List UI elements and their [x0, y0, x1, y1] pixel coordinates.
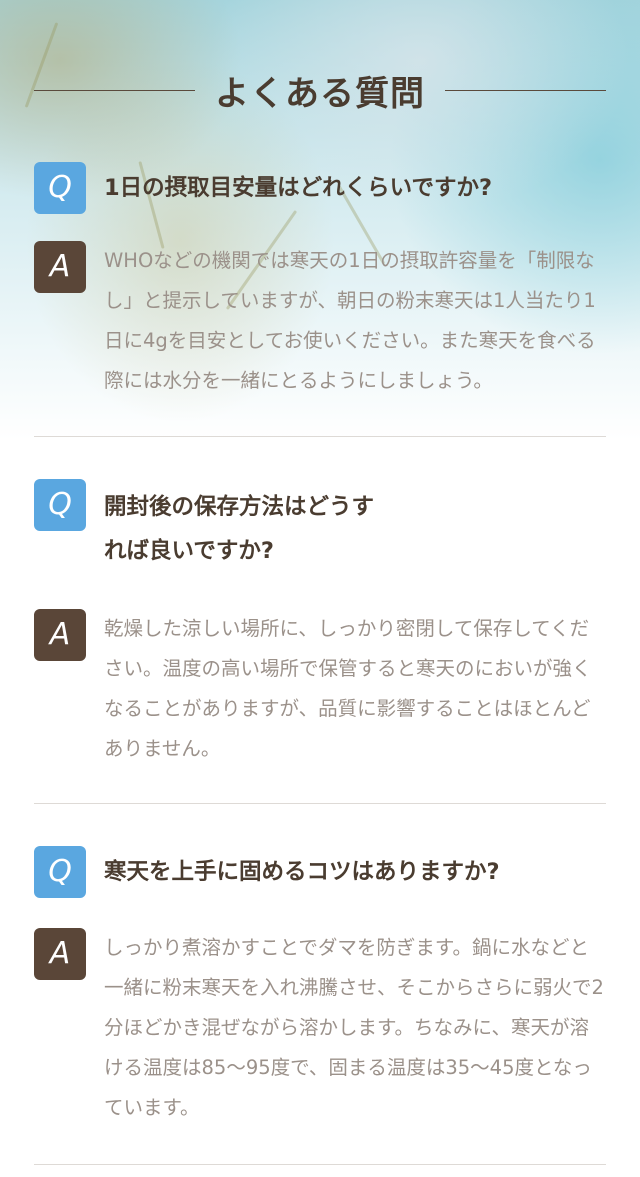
a-badge-icon: A: [34, 609, 86, 661]
title-rule-left: [34, 89, 195, 91]
title-rule-right: [445, 89, 606, 91]
faq-divider: [34, 436, 606, 437]
faq-item: Q 1日の摂取目安量はどれくらいですか?: [34, 162, 606, 222]
question-row: Q 1日の摂取目安量はどれくらいですか?: [34, 162, 606, 222]
answer-row: A しっかり煮溶かすことでダマを防ぎます。鍋に水などと一緒に粉末寒天を入れ沸騰さ…: [34, 928, 606, 1128]
faq-answer: A 乾燥した涼しい場所に、しっかり密閉して保存してください。温度の高い場所で保管…: [34, 604, 606, 769]
faq-item: Q 寒天を上手に固めるコツはありますか?: [34, 846, 606, 906]
answer-row: A WHOなどの機関では寒天の1日の摂取許容量を「制限なし」と提示していますが、…: [34, 241, 606, 401]
question-text: 開封後の保存方法はどうすれば良いですか?: [104, 494, 375, 564]
answer-text: しっかり煮溶かすことでダマを防ぎます。鍋に水などと一緒に粉末寒天を入れ沸騰させ、…: [104, 936, 604, 1119]
a-badge-icon: A: [34, 241, 86, 293]
faq-item: Q 開封後の保存方法はどうすれば良いですか?: [34, 479, 606, 573]
q-badge-icon: Q: [34, 479, 86, 531]
question-row: Q 開封後の保存方法はどうすれば良いですか?: [34, 479, 606, 573]
faq-answer: A WHOなどの機関では寒天の1日の摂取許容量を「制限なし」と提示していますが、…: [34, 236, 606, 401]
answer-text: 乾燥した涼しい場所に、しっかり密閉して保存してください。温度の高い場所で保管する…: [104, 617, 592, 760]
question-row: Q 寒天を上手に固めるコツはありますか?: [34, 846, 606, 906]
q-badge-icon: Q: [34, 162, 86, 214]
faq-divider: [34, 1164, 606, 1165]
q-badge-icon: Q: [34, 846, 86, 898]
question-text: 1日の摂取目安量はどれくらいですか?: [104, 175, 493, 201]
faq-page: よくある質問 Q 1日の摂取目安量はどれくらいですか? A WHOなどの機関では…: [0, 0, 640, 1177]
answer-text: WHOなどの機関では寒天の1日の摂取許容量を「制限なし」と提示していますが、朝日…: [104, 249, 596, 392]
page-title: よくある質問: [215, 73, 425, 114]
question-text: 寒天を上手に固めるコツはありますか?: [104, 859, 500, 885]
faq-answer: A しっかり煮溶かすことでダマを防ぎます。鍋に水などと一緒に粉末寒天を入れ沸騰さ…: [34, 923, 606, 1128]
faq-divider: [34, 803, 606, 804]
a-badge-icon: A: [34, 928, 86, 980]
answer-row: A 乾燥した涼しい場所に、しっかり密閉して保存してください。温度の高い場所で保管…: [34, 609, 606, 769]
faq-title-row: よくある質問: [34, 62, 606, 118]
